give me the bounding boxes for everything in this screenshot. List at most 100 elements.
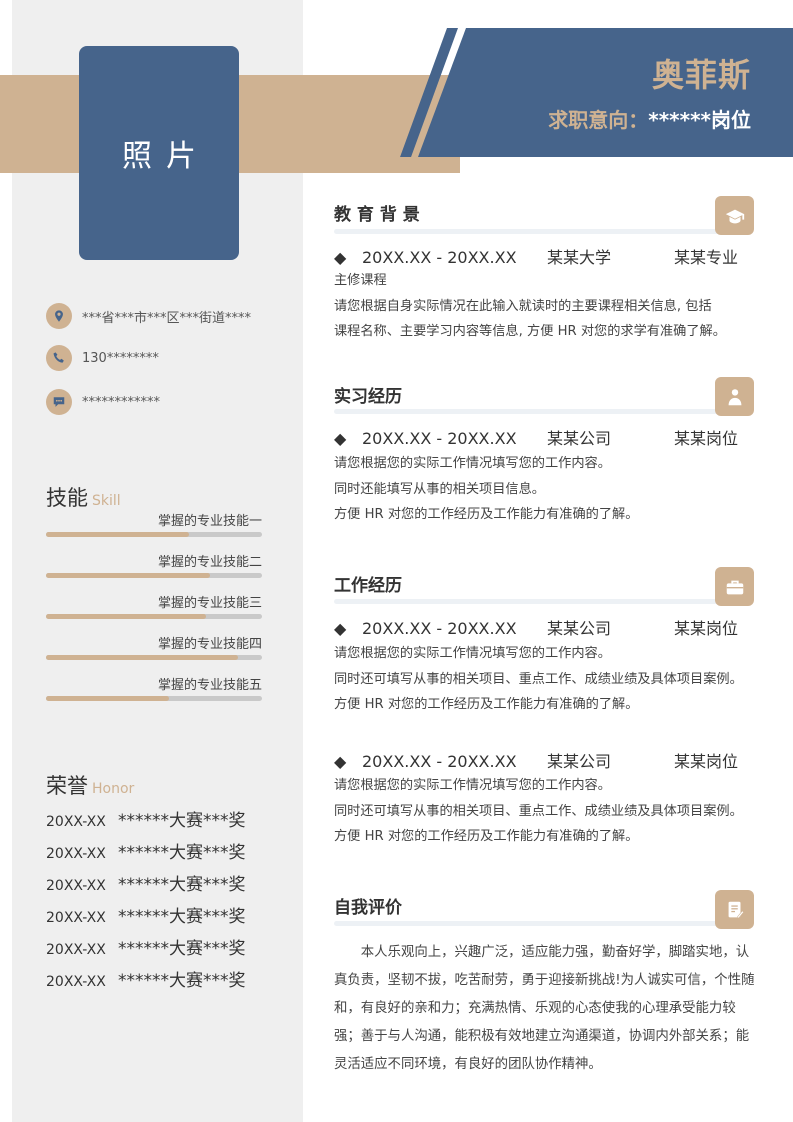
skills-title-text: 技能 <box>46 486 88 510</box>
honor-text: ******大赛***奖 <box>118 843 246 863</box>
skill-label: 掌握的专业技能三 <box>157 596 262 611</box>
education-line: 请您根据自身实际情况在此输入就读时的主要课程相关信息, 包括 <box>334 298 712 314</box>
bullet-diamond: ◆ <box>334 752 347 771</box>
bullet-diamond: ◆ <box>334 248 347 267</box>
work-line: 请您根据您的实际工作情况填写您的工作内容。 <box>334 646 611 661</box>
address-text: ***省***市***区***街道**** <box>82 310 252 326</box>
honor-item: 20XX-XX ******大赛***奖 <box>46 934 246 959</box>
honor-date: 20XX-XX <box>46 846 106 862</box>
honor-date: 20XX-XX <box>46 814 106 830</box>
work-entry-2: ◆ 20XX.XX - 20XX.XX 某某公司 某某岗位 <box>334 748 774 772</box>
internship-role: 某某岗位 <box>674 429 739 448</box>
internship-line: 请您根据您的实际工作情况填写您的工作内容。 <box>334 456 611 471</box>
education-date: 20XX.XX - 20XX.XX <box>362 248 517 267</box>
honor-text: ******大赛***奖 <box>118 875 246 895</box>
education-school: 某某大学 <box>547 248 612 267</box>
honor-item: 20XX-XX ******大赛***奖 <box>46 870 246 895</box>
internship-date: 20XX.XX - 20XX.XX <box>362 429 517 448</box>
skill-bar-track <box>46 532 262 537</box>
phone-text: 130******** <box>82 350 159 366</box>
honor-item: 20XX-XX ******大赛***奖 <box>46 838 246 863</box>
education-details: 主修课程 请您根据自身实际情况在此输入就读时的主要课程相关信息, 包括 课程名称… <box>334 268 782 345</box>
skill-label: 掌握的专业技能二 <box>157 555 262 570</box>
work-line: 请您根据您的实际工作情况填写您的工作内容。 <box>334 778 611 793</box>
candidate-name: 奥菲斯 <box>651 56 751 94</box>
contact-address: ***省***市***区***街道**** <box>46 303 251 329</box>
work-line: 同时还可填写从事的相关项目、重点工作、成绩业绩及具体项目案例。 <box>334 671 743 687</box>
work-title: 工作经历 <box>334 576 402 596</box>
photo-label: 照片 <box>122 139 210 174</box>
honor-item: 20XX-XX ******大赛***奖 <box>46 806 246 831</box>
photo-placeholder: 照片 <box>79 46 239 260</box>
education-line: 主修课程 <box>334 273 387 288</box>
work-company: 某某公司 <box>547 619 612 638</box>
skill-bar-fill <box>46 532 189 537</box>
job-intent-label: 求职意向： <box>548 108 649 132</box>
skill-bar-fill <box>46 655 239 660</box>
education-major: 某某专业 <box>674 248 739 267</box>
contact-message: ************ <box>46 389 160 415</box>
honors-title-text: 荣誉 <box>46 774 88 798</box>
message-icon <box>46 389 72 415</box>
work-details-1: 请您根据您的实际工作情况填写您的工作内容。 同时还可填写从事的相关项目、重点工作… <box>334 641 782 718</box>
contact-phone: 130******** <box>46 345 159 371</box>
work-role: 某某岗位 <box>674 752 739 771</box>
briefcase-icon <box>715 567 754 606</box>
education-divider <box>334 229 744 234</box>
internship-line: 同时还能填写从事的相关项目信息。 <box>334 481 545 497</box>
skills-subtitle: Skill <box>92 493 121 509</box>
work-role: 某某岗位 <box>674 619 739 638</box>
internship-details: 请您根据您的实际工作情况填写您的工作内容。 同时还能填写从事的相关项目信息。 方… <box>334 451 782 528</box>
location-icon <box>46 303 72 329</box>
honor-date: 20XX-XX <box>46 910 106 926</box>
education-line: 课程名称、主要学习内容等信息, 方便 HR 对您的求学有准确了解。 <box>334 324 726 339</box>
notepad-icon <box>715 890 754 929</box>
person-icon <box>715 377 754 416</box>
work-line: 方便 HR 对您的工作经历及工作能力有准确的了解。 <box>334 697 639 712</box>
skill-bar-fill <box>46 696 170 701</box>
self-eval-title: 自我评价 <box>334 898 402 918</box>
skill-item: 掌握的专业技能五 <box>46 674 262 701</box>
internship-entry: ◆ 20XX.XX - 20XX.XX 某某公司 某某岗位 <box>334 425 774 449</box>
honor-date: 20XX-XX <box>46 942 106 958</box>
skill-bar-fill <box>46 573 211 578</box>
skill-bar-track <box>46 573 262 578</box>
self-eval-divider <box>334 921 744 926</box>
education-entry: ◆ 20XX.XX - 20XX.XX 某某大学 某某专业 <box>334 244 774 268</box>
honor-item: 20XX-XX ******大赛***奖 <box>46 902 246 927</box>
honor-text: ******大赛***奖 <box>118 907 246 927</box>
honor-text: ******大赛***奖 <box>118 811 246 831</box>
honor-item: 20XX-XX ******大赛***奖 <box>46 966 246 991</box>
skill-item: 掌握的专业技能一 <box>46 510 262 537</box>
phone-icon <box>46 345 72 371</box>
job-intent: 求职意向：******岗位 <box>548 104 751 133</box>
skill-item: 掌握的专业技能三 <box>46 592 262 619</box>
bullet-diamond: ◆ <box>334 429 347 448</box>
internship-title: 实习经历 <box>334 387 402 407</box>
job-intent-value: ******岗位 <box>648 108 751 132</box>
honors-subtitle: Honor <box>92 781 135 797</box>
honor-text: ******大赛***奖 <box>118 939 246 959</box>
message-text: ************ <box>82 394 160 410</box>
skills-title: 技能 Skill <box>46 482 121 512</box>
honor-text: ******大赛***奖 <box>118 971 246 991</box>
self-eval-text: 本人乐观向上，兴趣广泛，适应能力强，勤奋好学，脚踏实地，认真负责，坚韧不拔，吃苦… <box>334 945 755 1072</box>
skill-item: 掌握的专业技能四 <box>46 633 262 660</box>
internship-line: 方便 HR 对您的工作经历及工作能力有准确的了解。 <box>334 507 639 522</box>
bullet-diamond: ◆ <box>334 619 347 638</box>
skill-bar-fill <box>46 614 206 619</box>
work-line: 同时还可填写从事的相关项目、重点工作、成绩业绩及具体项目案例。 <box>334 803 743 819</box>
work-divider <box>334 599 744 604</box>
work-date: 20XX.XX - 20XX.XX <box>362 619 517 638</box>
skill-bar-track <box>46 696 262 701</box>
honor-date: 20XX-XX <box>46 878 106 894</box>
skill-label: 掌握的专业技能四 <box>157 637 262 652</box>
work-line: 方便 HR 对您的工作经历及工作能力有准确的了解。 <box>334 829 639 844</box>
work-date: 20XX.XX - 20XX.XX <box>362 752 517 771</box>
internship-divider <box>334 409 744 414</box>
skill-item: 掌握的专业技能二 <box>46 551 262 578</box>
work-entry-1: ◆ 20XX.XX - 20XX.XX 某某公司 某某岗位 <box>334 615 774 639</box>
work-company: 某某公司 <box>547 752 612 771</box>
work-details-2: 请您根据您的实际工作情况填写您的工作内容。 同时还可填写从事的相关项目、重点工作… <box>334 773 782 850</box>
graduation-cap-icon <box>715 196 754 235</box>
